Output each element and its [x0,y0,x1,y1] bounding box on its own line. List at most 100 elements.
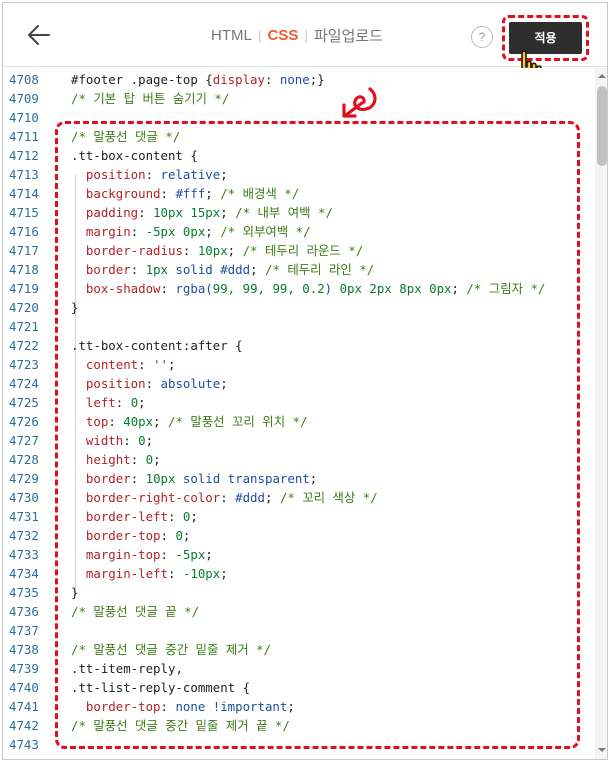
editor-scrollbar[interactable] [595,68,607,759]
code-token: : [130,471,146,486]
code-token: border [85,262,131,277]
code-text: border-right-color: #ddd; /* 꼬리 색상 */ [71,488,378,507]
code-line[interactable]: 4714 background: #fff; /* 배경색 */ [3,184,595,203]
code-line[interactable]: 4739 .tt-item-reply, [3,659,595,678]
code-line[interactable]: 4727 width: 0; [3,431,595,450]
code-token: 0px 2px 8px 0px [339,281,452,296]
line-number: 4743 [9,737,39,752]
code-text: /* 말풍선 댓글 중간 밑줄 제거 끝 */ [71,716,290,735]
css-code-editor[interactable]: 4708 #footer .page-top {display: none;} 47… [3,68,595,759]
code-line[interactable]: 4710 [3,108,595,127]
tab-html[interactable]: HTML [211,27,252,44]
code-line[interactable]: 4722 .tt-box-content:after { [3,336,595,355]
code-line[interactable]: 4728 height: 0; [3,450,595,469]
code-line[interactable]: 4734 margin-left: -10px; [3,564,595,583]
code-line[interactable]: 4715 padding: 10px 15px; /* 내부 여백 */ [3,203,595,222]
code-token: ; [220,167,228,182]
line-number: 4713 [9,167,39,182]
code-token: ; [205,186,221,201]
code-line[interactable]: 4732 border-top: 0; [3,526,595,545]
code-token: ; [220,566,228,581]
code-line[interactable]: 4742 /* 말풍선 댓글 중간 밑줄 제거 끝 */ [3,716,595,735]
back-arrow-icon[interactable] [25,21,53,49]
line-number: 4723 [9,357,39,372]
code-line[interactable]: 4713 position: relative; [3,165,595,184]
css-editor-window: HTML | CSS | 파일업로드 ? 적용 4708 #footer .pag… [2,2,608,760]
code-token: } [71,585,79,600]
code-line[interactable]: 4717 border-radius: 10px; /* 테두리 라운드 */ [3,241,595,260]
scroll-thumb[interactable] [597,86,607,166]
code-token: { [242,680,251,695]
tab-css[interactable]: CSS [267,27,298,44]
code-line[interactable]: 4729 border: 10px solid transparent; [3,469,595,488]
code-line[interactable]: 4723 content: ''; [3,355,595,374]
code-line[interactable]: 4721 [3,317,595,336]
code-token: : [115,395,131,410]
help-icon[interactable]: ? [471,26,493,48]
code-token: padding [85,205,139,220]
code-token: /* 기본 탑 버튼 숨기기 */ [71,91,230,106]
code-token: .tt-list-reply-comment [71,680,243,695]
code-line[interactable]: 4741 border-top: none !important; [3,697,595,716]
code-token: content [85,357,139,372]
scroll-down-icon[interactable] [598,746,606,754]
line-number: 4708 [9,72,39,87]
line-number: 4738 [9,642,39,657]
code-token: position [85,167,146,182]
code-token: { [205,72,213,87]
code-line[interactable]: 4730 border-right-color: #ddd; /* 꼬리 색상 … [3,488,595,507]
code-text: content: ''; [71,355,176,374]
code-line[interactable]: 4726 top: 40px; /* 말풍선 꼬리 위치 */ [3,412,595,431]
line-number: 4725 [9,395,39,410]
code-text: border: 10px solid transparent; [71,469,317,488]
code-line[interactable]: 4740 .tt-list-reply-comment { [3,678,595,697]
code-token: /* 말풍선 댓글 중간 밑줄 제거 */ [71,642,271,657]
code-line[interactable]: 4718 border: 1px solid #ddd; /* 테두리 라인 *… [3,260,595,279]
code-token: : [167,566,183,581]
code-token: : [160,547,176,562]
code-line[interactable]: 4719 box-shadow: rgba(99, 99, 99, 0.2) 0… [3,279,595,298]
code-token: border-top [85,528,161,543]
code-token: margin-top [85,547,161,562]
code-token: ; [220,376,228,391]
code-token: none !important [175,699,288,714]
code-line[interactable]: 4736 /* 말풍선 댓글 끝 */ [3,602,595,621]
code-token: 40px [123,414,154,429]
code-line[interactable]: 4720} [3,298,595,317]
line-number: 4740 [9,680,39,695]
code-line[interactable]: 4733 margin-top: -5px; [3,545,595,564]
scroll-up-icon[interactable] [598,72,606,80]
code-token: solid #ddd [175,262,251,277]
code-line[interactable]: 4737 [3,621,595,640]
code-token: ; [205,547,213,562]
code-token: /* 외부여백 */ [220,224,311,239]
code-line[interactable]: 4711 /* 말풍선 댓글 */ [3,127,595,146]
code-line[interactable]: 4716 margin: -5px 0px; /* 외부여백 */ [3,222,595,241]
line-number: 4734 [9,566,39,581]
code-text: border: 1px solid #ddd; /* 테두리 라인 */ [71,260,374,279]
code-line[interactable]: 4712 .tt-box-content { [3,146,595,165]
code-text: margin-top: -5px; [71,545,213,564]
code-token: display [212,72,265,87]
line-number: 4714 [9,186,39,201]
tab-file-upload[interactable]: 파일업로드 [314,25,383,46]
line-number: 4718 [9,262,39,277]
code-text: } [71,298,78,317]
code-line[interactable]: 4743 [3,735,595,754]
code-line[interactable]: 4724 position: absolute; [3,374,595,393]
code-token: /* 꼬리 색상 */ [279,490,378,505]
code-line[interactable]: 4708 #footer .page-top {display: none;} [3,70,595,89]
code-line[interactable]: 4731 border-left: 0; [3,507,595,526]
code-line[interactable]: 4709 /* 기본 탑 버튼 숨기기 */ [3,89,595,108]
code-line[interactable]: 4738 /* 말풍선 댓글 중간 밑줄 제거 */ [3,640,595,659]
code-line[interactable]: 4725 left: 0; [3,393,595,412]
code-line[interactable]: 4735} [3,583,595,602]
code-token: : [108,414,124,429]
code-token: ; [250,262,265,277]
